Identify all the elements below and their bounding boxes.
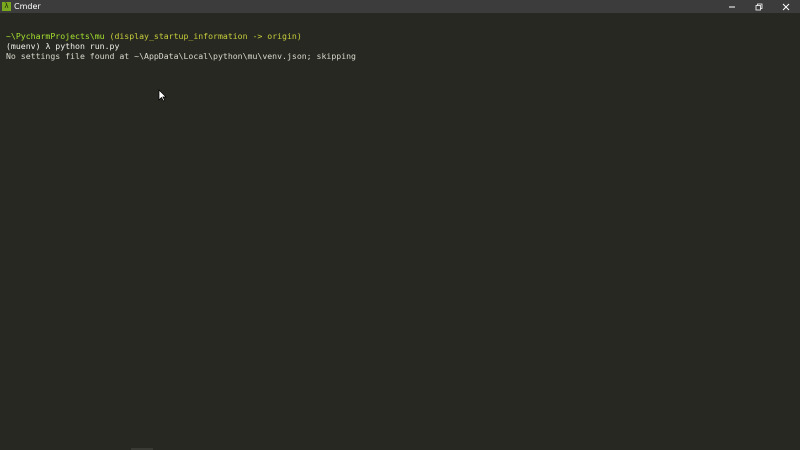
restore-icon: [755, 3, 763, 10]
output-line: No settings file found at ~\AppData\Loca…: [6, 51, 356, 61]
prompt-path: ~\PycharmProjects\mu: [6, 31, 105, 41]
cmder-window: λ Cmder ~\PycharmProjects\mu (display_st…: [0, 0, 800, 450]
close-button[interactable]: [772, 0, 800, 13]
command-line: (muenv) λ python run.py: [6, 41, 119, 51]
minimize-icon: [729, 6, 735, 7]
window-title: Cmder: [14, 2, 41, 11]
prompt-line: ~\PycharmProjects\mu (display_startup_in…: [6, 31, 302, 41]
restore-button[interactable]: [745, 0, 773, 13]
cmder-app-icon[interactable]: λ: [2, 2, 11, 11]
virtualenv-indicator: (muenv): [6, 41, 46, 51]
lambda-prompt-symbol: λ: [45, 41, 56, 51]
git-branch-info: (display_startup_information -> origin): [104, 31, 302, 41]
close-icon: [782, 3, 790, 10]
entered-command: python run.py: [55, 41, 120, 51]
terminal-console[interactable]: ~\PycharmProjects\mu (display_startup_in…: [0, 13, 800, 450]
title-bar[interactable]: λ Cmder: [0, 0, 800, 13]
minimize-button[interactable]: [718, 0, 746, 13]
command-output: No settings file found at ~\AppData\Loca…: [6, 51, 356, 61]
mouse-pointer-icon: [158, 89, 167, 102]
